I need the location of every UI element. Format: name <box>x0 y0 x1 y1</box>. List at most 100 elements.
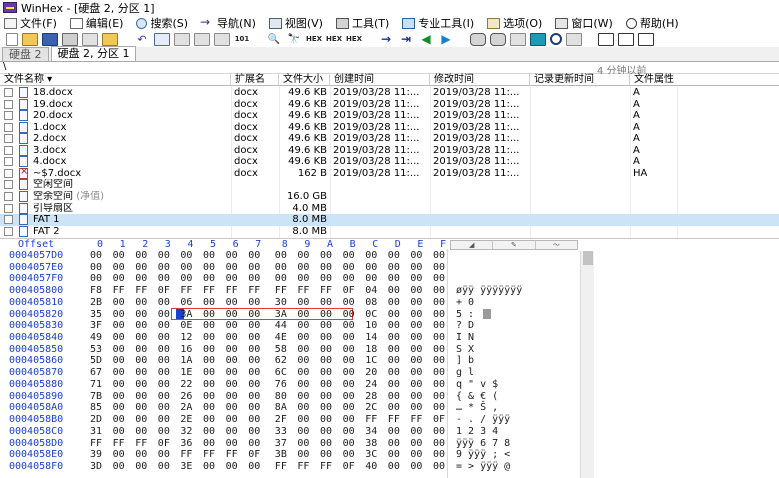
hex-byte[interactable]: 00 <box>410 262 422 274</box>
hex-byte[interactable]: 00 <box>248 379 260 391</box>
hex-offset[interactable]: 0004057E0 <box>9 262 63 274</box>
hex-byte[interactable]: 00 <box>410 250 422 262</box>
open-file-icon[interactable] <box>22 32 38 46</box>
hex-byte[interactable]: 00 <box>343 297 355 309</box>
hex-byte[interactable]: 00 <box>343 250 355 262</box>
row-checkbox[interactable] <box>4 111 13 121</box>
hex-byte[interactable]: 00 <box>320 391 332 403</box>
disk-editor-icon[interactable] <box>510 32 526 46</box>
hex-byte[interactable]: 00 <box>113 391 125 403</box>
hex-byte[interactable]: 00 <box>158 320 170 332</box>
hex-byte[interactable]: 00 <box>297 332 309 344</box>
hex-byte[interactable]: 3B <box>275 449 287 461</box>
column-header-modified[interactable]: 修改时间 <box>430 74 530 86</box>
hex-byte[interactable]: 00 <box>343 344 355 356</box>
hex-byte[interactable]: 0F <box>433 414 445 426</box>
find-text-icon[interactable]: 🔍 <box>266 33 282 46</box>
hex-byte[interactable]: 00 <box>388 332 400 344</box>
hex-byte[interactable]: 34 <box>365 426 377 438</box>
hex-byte[interactable]: 00 <box>226 344 238 356</box>
hex-byte[interactable]: 00 <box>365 262 377 274</box>
hex-offset[interactable]: 0004058B0 <box>9 414 63 426</box>
hex-ascii[interactable]: I N <box>456 332 474 344</box>
hex-byte[interactable]: 00 <box>203 297 215 309</box>
menu-item-3[interactable]: 导航(N) <box>200 15 256 31</box>
hex-byte[interactable]: 06 <box>180 297 192 309</box>
goto-sector-icon[interactable]: ⇥ <box>398 32 414 46</box>
hex-offset[interactable]: 0004058C0 <box>9 426 63 438</box>
hex-byte[interactable]: 00 <box>113 320 125 332</box>
hex-ascii[interactable]: ? D <box>456 320 474 332</box>
hex-byte[interactable]: 00 <box>203 461 215 473</box>
hex-byte[interactable]: 00 <box>203 402 215 414</box>
hex-byte[interactable]: 00 <box>248 367 260 379</box>
hex-offset[interactable]: 000405860 <box>9 355 63 367</box>
hex-byte[interactable]: 76 <box>275 379 287 391</box>
menu-item-5[interactable]: 工具(T) <box>335 15 389 31</box>
file-row[interactable]: 2.docx docx 49.6 KB 2019/03/28 11:... 2019/… <box>0 133 779 145</box>
hex-offset[interactable]: 0004058E0 <box>9 449 63 461</box>
row-checkbox[interactable] <box>4 88 13 97</box>
hex-byte[interactable]: 00 <box>297 355 309 367</box>
hex-byte[interactable]: 00 <box>388 367 400 379</box>
hex-byte[interactable]: 00 <box>297 250 309 262</box>
row-checkbox[interactable] <box>4 145 13 155</box>
hex-byte[interactable]: 00 <box>343 426 355 438</box>
hex-byte[interactable]: 00 <box>320 367 332 379</box>
hex-byte[interactable]: 00 <box>343 391 355 403</box>
hex-byte[interactable]: 00 <box>90 273 102 285</box>
hex-byte[interactable]: 00 <box>113 367 125 379</box>
hex-byte[interactable]: 00 <box>410 285 422 297</box>
file-row[interactable]: ~$7.docx docx 162 B 2019/03/28 11:... 2019/… <box>0 166 779 180</box>
hex-byte[interactable]: 00 <box>297 426 309 438</box>
hex-byte[interactable]: 00 <box>320 332 332 344</box>
menu-item-0[interactable]: 文件(F) <box>4 15 57 31</box>
file-row[interactable]: 3.docx docx 49.6 KB 2019/03/28 11:... 2019/… <box>0 144 779 157</box>
hex-byte[interactable]: 58 <box>275 344 287 356</box>
hex-byte[interactable]: 00 <box>203 379 215 391</box>
hex-ascii[interactable]: … * Š , <box>456 402 498 414</box>
hex-byte[interactable]: 00 <box>158 273 170 285</box>
hex-byte[interactable]: 00 <box>158 426 170 438</box>
hex-byte[interactable]: 00 <box>248 426 260 438</box>
hex-byte[interactable]: 3A <box>180 309 192 321</box>
hex-byte[interactable]: 00 <box>297 344 309 356</box>
back-icon[interactable]: ◀ <box>418 32 434 46</box>
file-row[interactable]: 空余空间 (净值) 16.0 GB <box>0 190 779 203</box>
hex-byte[interactable]: 00 <box>158 262 170 274</box>
hex-byte[interactable]: FF <box>113 438 125 450</box>
hex-byte[interactable]: 3C <box>365 449 377 461</box>
hex-byte[interactable]: 00 <box>180 262 192 274</box>
undo-icon[interactable]: ↶ <box>134 33 150 46</box>
hex-ascii[interactable]: øÿÿ ÿÿÿÿÿÿÿ <box>456 285 522 297</box>
hex-byte[interactable]: 00 <box>365 273 377 285</box>
hex-byte[interactable]: FF <box>135 438 147 450</box>
hex-byte[interactable]: 00 <box>388 391 400 403</box>
hex-byte[interactable]: 00 <box>226 355 238 367</box>
hex-byte[interactable]: 00 <box>410 426 422 438</box>
text-panel-pencil-icon[interactable]: ✎ <box>493 241 536 249</box>
hex-byte[interactable]: 00 <box>226 426 238 438</box>
options-icon[interactable] <box>566 32 582 46</box>
hex-byte[interactable]: 30 <box>275 297 287 309</box>
hex-byte[interactable]: 4E <box>275 332 287 344</box>
hex-byte[interactable]: 00 <box>226 332 238 344</box>
hex-byte[interactable]: 00 <box>433 320 445 332</box>
hex-byte[interactable]: 00 <box>135 262 147 274</box>
hex-byte[interactable]: 00 <box>226 262 238 274</box>
save-icon[interactable] <box>42 32 58 46</box>
hex-byte[interactable]: FF <box>180 449 192 461</box>
file-row[interactable]: 空闲空间 <box>0 179 779 191</box>
hex-byte[interactable]: 00 <box>343 414 355 426</box>
hex-byte[interactable]: 00 <box>226 402 238 414</box>
row-checkbox[interactable] <box>4 203 13 213</box>
hex-byte[interactable]: 00 <box>410 309 422 321</box>
hex-byte[interactable]: 00 <box>158 332 170 344</box>
hex-byte[interactable]: 00 <box>343 449 355 461</box>
hex-offset[interactable]: 0004058A0 <box>9 402 63 414</box>
hex-byte[interactable]: 00 <box>433 426 445 438</box>
hex-byte[interactable]: 00 <box>203 426 215 438</box>
hex-byte[interactable]: 00 <box>320 262 332 274</box>
hex-byte[interactable]: 00 <box>343 262 355 274</box>
row-checkbox[interactable] <box>4 99 13 109</box>
